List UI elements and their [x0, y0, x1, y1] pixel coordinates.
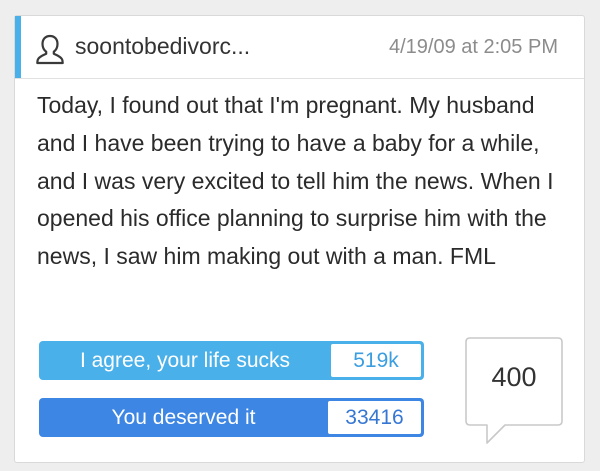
accent-bar [15, 16, 21, 78]
post-header: soontobedivorc... 4/19/09 at 2:05 PM [15, 16, 584, 79]
deserved-count: 33416 [328, 401, 421, 434]
comments-button[interactable]: 400 [465, 337, 563, 445]
deserved-label: You deserved it [111, 405, 256, 429]
user-icon[interactable] [35, 33, 65, 65]
story-text: Today, I found out that I'm pregnant. My… [37, 92, 554, 270]
agree-button[interactable]: I agree, your life sucks 519k [39, 341, 424, 380]
post-card: soontobedivorc... 4/19/09 at 2:05 PM Tod… [14, 15, 585, 463]
agree-label: I agree, your life sucks [79, 348, 291, 372]
deserved-button[interactable]: You deserved it 33416 [39, 398, 424, 437]
post-timestamp: 4/19/09 at 2:05 PM [388, 36, 558, 58]
username[interactable]: soontobedivorc... [75, 31, 250, 61]
agree-count: 519k [331, 344, 421, 377]
comment-count: 400 [491, 362, 537, 392]
